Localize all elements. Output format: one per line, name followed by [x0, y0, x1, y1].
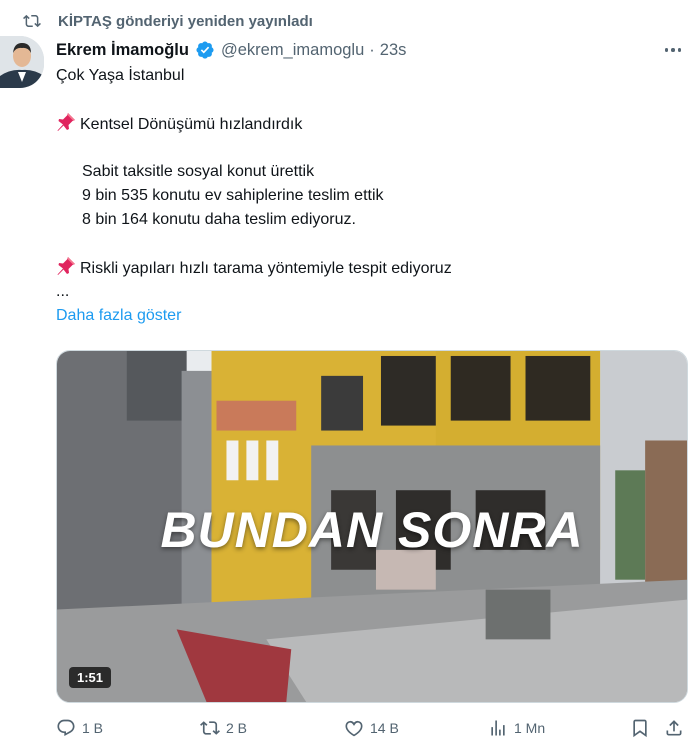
share-button[interactable]: [664, 718, 690, 738]
avatar[interactable]: [0, 36, 44, 88]
tweet-actions: 1 B 2 B 14 B 1 Mn: [56, 718, 686, 744]
like-count: 14 B: [370, 720, 399, 736]
views-chart-icon: [491, 720, 505, 736]
pushpin-icon: [56, 256, 76, 276]
tweet-text: Çok Yaşa İstanbul Kentsel Dönüşümü hızla…: [56, 64, 676, 328]
repost-button[interactable]: 2 B: [200, 718, 247, 738]
separator-dot: ·: [369, 40, 375, 59]
reply-count: 1 B: [82, 720, 104, 736]
bookmark-icon: [633, 719, 647, 738]
repost-icon: [200, 721, 220, 735]
author-name[interactable]: Ekrem İmamoğlu: [56, 41, 189, 60]
repost-icon: [22, 12, 44, 30]
author-handle[interactable]: @ekrem_imamoglu: [221, 41, 364, 60]
views-count: 1 Mn: [514, 720, 546, 736]
repost-banner-text: KİPTAŞ gönderiyi yeniden yayınladı: [58, 12, 313, 30]
views-button[interactable]: 1 Mn: [488, 718, 545, 738]
repost-banner[interactable]: KİPTAŞ gönderiyi yeniden yayınladı: [22, 10, 313, 32]
pushpin-icon: [56, 112, 76, 132]
show-more-link[interactable]: Daha fazla göster: [56, 304, 676, 328]
share-icon: [666, 720, 682, 736]
tweet-line-text: Riskli yapıları hızlı tarama yöntemiyle …: [80, 260, 452, 277]
reply-button[interactable]: 1 B: [56, 718, 103, 738]
tweet-line: ...: [56, 283, 70, 300]
tweet-line: Sabit taksitle sosyal konut ürettik: [82, 163, 315, 180]
tweet-line: 8 bin 164 konutu daha teslim ediyoruz.: [82, 211, 356, 228]
timestamp[interactable]: 23s: [380, 41, 407, 60]
tweet-line: 9 bin 535 konutu ev sahiplerine teslim e…: [82, 187, 384, 204]
video-player[interactable]: BUNDAN SONRA 1:51: [56, 350, 688, 703]
tweet-line: Kentsel Dönüşümü hızlandırdık: [56, 112, 676, 136]
like-button[interactable]: 14 B: [344, 718, 399, 738]
tweet-line: Riskli yapıları hızlı tarama yöntemiyle …: [56, 256, 676, 280]
more-options-icon[interactable]: [660, 40, 686, 60]
bookmark-button[interactable]: [630, 718, 656, 738]
repost-count: 2 B: [226, 720, 248, 736]
tweet-header: Ekrem İmamoğlu @ekrem_imamoglu · 23s: [56, 38, 406, 62]
tweet-line: Çok Yaşa İstanbul: [56, 67, 185, 84]
video-overlay-text: BUNDAN SONRA: [160, 502, 584, 558]
video-duration: 1:51: [69, 667, 112, 688]
verified-badge-icon: [195, 40, 215, 60]
reply-icon: [57, 719, 75, 737]
heart-icon: [345, 720, 363, 737]
tweet-line-text: Kentsel Dönüşümü hızlandırdık: [80, 116, 303, 133]
